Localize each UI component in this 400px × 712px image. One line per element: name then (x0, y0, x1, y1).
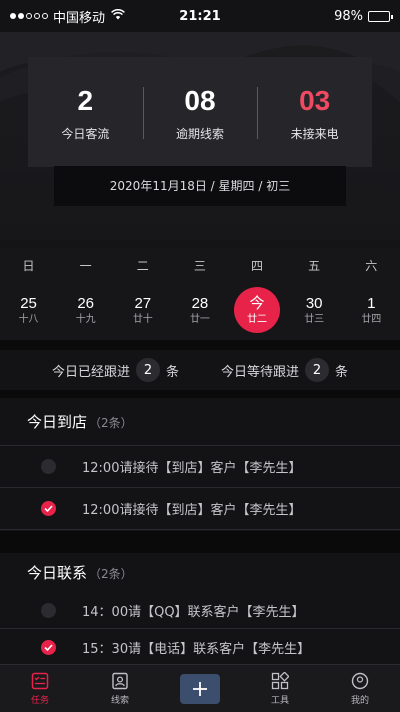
weekday-label: 三 (193, 258, 206, 273)
calendar-day[interactable]: 27 廿十 (114, 282, 171, 338)
calendar-day-today[interactable]: 今廿二 (229, 282, 286, 338)
waiting-label: 今日等待跟进 (221, 364, 300, 380)
checkmark-icon (44, 505, 53, 512)
waiting-today[interactable]: 今日等待跟进 2 条 (221, 358, 348, 382)
stat-label: 今日客流 (61, 126, 110, 141)
section-today-contact: 今日联系 （2条） 14：00请【QQ】联系客户【李先生】 15：30请【电话】联… (0, 553, 400, 665)
day-number: 1 (367, 294, 376, 312)
day-number: 28 (191, 294, 209, 312)
follow-up-summary: 今日已经跟进 2 条 今日等待跟进 2 条 (0, 350, 400, 390)
task-text: 15：30请【电话】联系客户【李先生】 (82, 641, 311, 657)
followed-count-badge: 2 (136, 358, 161, 382)
battery-percent: 98% (334, 8, 363, 24)
section-count: （2条） (89, 567, 133, 581)
calendar-day[interactable]: 25 十八 (0, 282, 57, 338)
battery-indicator: 98% (334, 8, 393, 24)
task-checkbox-checked[interactable] (41, 639, 56, 655)
stat-missed-calls[interactable]: 03 未接来电 (257, 83, 372, 142)
section-header: 今日到店 （2条） (0, 398, 400, 446)
weekday-label: 六 (365, 258, 378, 273)
lunar-date: 十八 (18, 313, 39, 325)
followed-today[interactable]: 今日已经跟进 2 条 (52, 358, 179, 382)
lunar-date: 廿十 (132, 313, 153, 325)
section-count: （2条） (89, 416, 133, 430)
tab-label: 任务 (30, 695, 49, 706)
section-divider (0, 390, 400, 398)
waiting-unit: 条 (335, 364, 349, 380)
stat-label: 未接来电 (290, 126, 339, 141)
tools-grid-icon (271, 671, 289, 689)
weekday-label: 一 (79, 258, 92, 273)
task-text: 12:00请接待【到店】客户【李先生】 (82, 503, 302, 518)
stat-today-visitors[interactable]: 2 今日客流 (28, 83, 143, 142)
stat-value: 2 (77, 84, 94, 116)
tab-tools[interactable]: 工具 (240, 665, 320, 712)
lunar-date: 廿一 (189, 313, 210, 325)
tab-profile[interactable]: 我的 (320, 665, 400, 712)
weekday-label: 四 (251, 258, 264, 273)
lunar-date: 廿四 (361, 313, 382, 325)
stat-label: 逾期线索 (176, 126, 225, 141)
task-list-icon (31, 672, 49, 689)
weekday-label: 二 (136, 258, 149, 273)
tab-label: 线索 (110, 695, 129, 706)
bottom-tab-bar: 任务 线索 工具 我的 (0, 664, 400, 712)
followed-unit: 条 (166, 364, 180, 380)
battery-icon (368, 10, 393, 22)
section-header: 今日联系 （2条） (0, 553, 400, 593)
current-date-banner: 2020年11月18日 / 星期四 / 初三 (54, 166, 346, 206)
day-number: 27 (134, 294, 152, 312)
calendar-day[interactable]: 28 廿一 (171, 282, 228, 338)
section-divider (0, 531, 400, 553)
today-highlight: 今廿二 (234, 287, 281, 333)
plus-icon (193, 681, 207, 696)
weekday-label: 五 (308, 258, 321, 273)
task-text: 14：00请【QQ】联系客户【李先生】 (82, 605, 305, 620)
task-item[interactable]: 15：30请【电话】联系客户【李先生】 (0, 629, 400, 665)
section-divider (0, 340, 400, 350)
checkmark-icon (44, 643, 53, 651)
day-number: 26 (77, 294, 95, 312)
calendar-day[interactable]: 1 廿四 (343, 282, 400, 338)
section-title: 今日联系 (27, 564, 88, 582)
waiting-count-badge: 2 (305, 358, 330, 382)
task-text: 12:00请接待【到店】客户【李先生】 (82, 461, 302, 476)
contact-card-icon (112, 672, 128, 689)
calendar-day[interactable]: 30 廿三 (286, 282, 343, 338)
section-today-visits: 今日到店 （2条） 12:00请接待【到店】客户【李先生】 12:00请接待【到店… (0, 398, 400, 530)
profile-icon (351, 672, 369, 689)
weekday-label: 日 (22, 258, 35, 273)
tab-label: 我的 (350, 695, 369, 706)
task-item[interactable]: 14：00请【QQ】联系客户【李先生】 (0, 593, 400, 629)
section-title: 今日到店 (27, 413, 88, 431)
stat-value: 03 (299, 84, 331, 116)
day-number: 25 (20, 294, 37, 312)
lunar-date: 廿三 (304, 313, 325, 325)
day-number: 今 (249, 294, 265, 312)
tab-add[interactable] (160, 665, 240, 712)
add-button[interactable] (180, 673, 220, 704)
task-checkbox-checked[interactable] (41, 501, 56, 516)
stat-value: 08 (184, 84, 216, 116)
tab-leads[interactable]: 线索 (80, 665, 160, 712)
weekday-header-row: 日 一 二 三 四 五 六 (0, 248, 400, 282)
stats-card: 2 今日客流 08 逾期线索 03 未接来电 (28, 57, 372, 167)
tab-tasks[interactable]: 任务 (0, 665, 80, 712)
task-checkbox[interactable] (41, 603, 56, 618)
calendar-day[interactable]: 26 十九 (57, 282, 114, 338)
tab-label: 工具 (270, 695, 289, 706)
lunar-date: 十九 (75, 313, 96, 325)
followed-label: 今日已经跟进 (52, 364, 131, 380)
day-row: 25 十八 26 十九 27 廿十 28 廿一 今廿二 30 廿三 1 廿四 (0, 282, 400, 338)
status-bar: 中国移动 21:21 98% (0, 0, 400, 32)
day-number: 30 (305, 294, 323, 312)
task-item[interactable]: 12:00请接待【到店】客户【李先生】 (0, 488, 400, 530)
task-checkbox[interactable] (41, 459, 56, 474)
stat-overdue-leads[interactable]: 08 逾期线索 (142, 83, 258, 142)
task-item[interactable]: 12:00请接待【到店】客户【李先生】 (0, 446, 400, 488)
week-calendar: 日 一 二 三 四 五 六 25 十八 26 十九 27 廿十 28 廿一 今廿二 30… (0, 248, 400, 340)
lunar-date: 廿二 (247, 313, 268, 325)
